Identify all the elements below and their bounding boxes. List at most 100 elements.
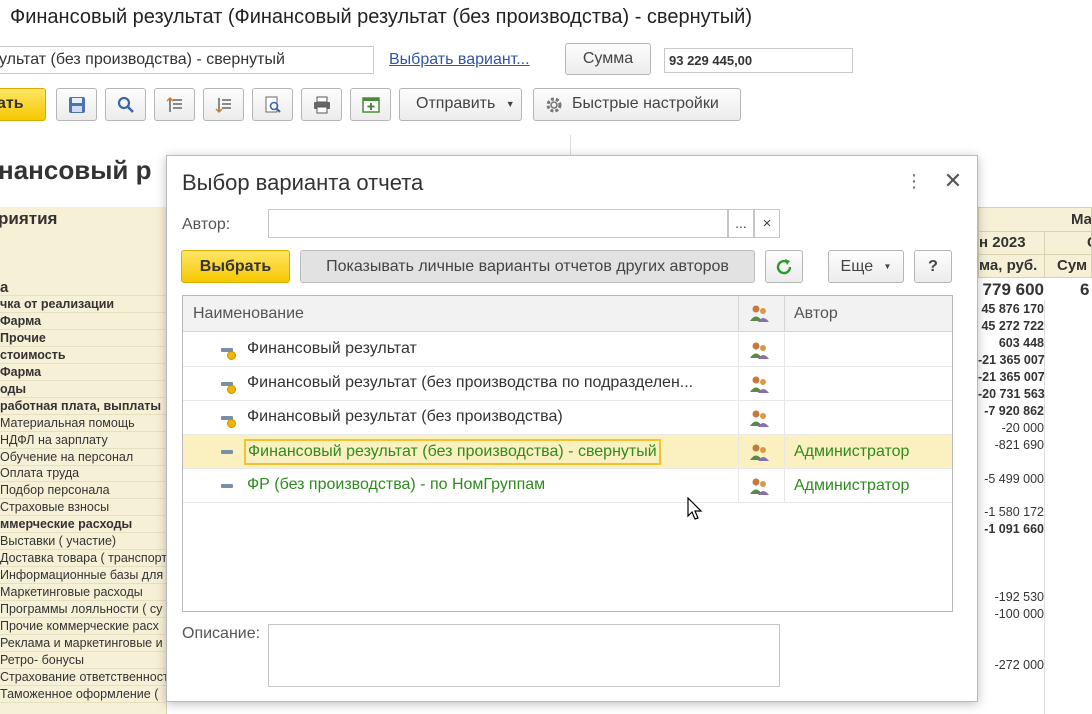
report-cell-value[interactable]: -21 365 007 [978,369,1045,386]
report-cell-value[interactable] [978,555,1044,572]
report-row-label[interactable]: Доставка товара ( транспорт [0,550,167,568]
author-select-button[interactable]: ... [728,209,754,238]
list-item[interactable]: Финансовый результат [183,333,952,367]
variants-list[interactable]: Наименование Автор Финансовый результат Ф… [182,295,953,612]
report-row-label[interactable]: Фарма [0,313,167,330]
report-row-label[interactable]: Подбор персонала [0,482,167,500]
report-cell-value[interactable] [978,640,1044,657]
report-header-month: н 2023 [978,231,1045,255]
report-cell-value[interactable]: -1 091 660 [978,521,1044,538]
help-button[interactable]: ? [914,250,952,283]
report-row-label[interactable]: Прочие коммерческие расх [0,618,167,635]
report-cell-value[interactable]: 603 448 [978,335,1044,352]
report-cell-value[interactable] [978,538,1044,555]
new-window-button[interactable] [350,88,391,121]
report-row-label[interactable]: оды [0,381,167,398]
collapse-groups-button[interactable] [203,88,244,121]
description-field[interactable] [268,624,780,687]
report-cell-value[interactable]: -21 365 007 [978,352,1045,369]
variant-name: Финансовый результат (без производства) [247,408,563,425]
report-cell-value[interactable]: 45 272 722 [978,318,1044,335]
select-button[interactable]: Выбрать [181,250,290,283]
column-header-name[interactable]: Наименование [193,305,304,323]
report-row-label[interactable]: Оплата труда [0,465,167,483]
list-item[interactable]: Финансовый результат (без производства) [183,401,952,435]
column-header-author[interactable]: Автор [794,305,838,323]
report-row-label[interactable]: Обучение на персонал [0,449,167,466]
report-cell-value[interactable]: 45 876 170 [978,301,1044,318]
generate-button[interactable]: ать [0,88,46,121]
list-item[interactable]: Финансовый результат (без производства) … [183,435,952,469]
report-cell-value[interactable]: -100 000 [978,606,1044,623]
report-title: нансовый р [0,155,152,185]
more-dropdown-button[interactable]: Еще ▼ [828,250,904,283]
report-cell-value[interactable] [978,572,1044,589]
report-cell-value[interactable]: -5 499 000 [978,471,1044,488]
report-cell-value[interactable]: -1 580 172 [978,504,1044,521]
report-total-value-2: 6 [1080,280,1090,299]
predefined-variant-icon [221,348,236,360]
find-button[interactable] [105,88,146,121]
choose-variant-link[interactable]: Выбрать вариант... [389,51,530,69]
report-row-label[interactable]: Ретро- бонусы [0,652,167,669]
report-row-label[interactable]: НДФЛ на зарплату [0,432,167,449]
report-row-label[interactable]: Таможенное оформление ( [0,686,167,703]
report-row-label[interactable]: Информационные базы для [0,567,167,585]
report-row-label[interactable]: Маркетинговые расходы [0,584,167,602]
report-header-period: Ма [978,207,1092,232]
search-icon [117,96,134,113]
print-button[interactable] [301,88,342,121]
column-divider [738,367,739,401]
report-cell-value[interactable] [978,623,1044,640]
report-header-sum: ма, руб. [978,254,1045,278]
author-input[interactable] [268,209,728,238]
users-icon [748,408,770,433]
report-cell-value[interactable] [978,454,1044,471]
report-total-value: 779 600 [982,280,1044,299]
report-row-label[interactable]: Материальная помощь [0,415,167,432]
predefined-variant-icon [221,382,236,394]
report-variant-field[interactable]: ультат (без производства) - свернутый [0,46,374,74]
variant-author: Администратор [794,443,910,460]
report-cell-value[interactable]: -20 000 [978,420,1044,437]
report-row-label[interactable]: Прочие [0,330,167,347]
refresh-button[interactable] [765,250,803,283]
report-row-label[interactable]: чка от реализации [0,296,167,313]
report-row-label[interactable]: Реклама и маркетинговые и [0,635,167,652]
report-row-label[interactable]: Фарма [0,364,167,381]
variant-name: Финансовый результат (без производства п… [247,374,694,391]
sum-button[interactable]: Сумма [565,43,651,75]
report-cell-value[interactable] [978,487,1044,504]
expand-groups-button[interactable] [154,88,195,121]
list-item[interactable]: Финансовый результат (без производства п… [183,367,952,401]
predefined-variant-icon [221,416,236,428]
column-divider [738,401,739,435]
column-divider [784,469,785,503]
close-icon[interactable]: ✕ [942,170,964,192]
report-cell-value[interactable]: -272 000 [978,657,1044,674]
report-row-label[interactable]: Страховые взносы [0,499,167,517]
quick-settings-button[interactable]: Быстрые настройки [533,88,741,121]
report-row-label[interactable]: Программы лояльности ( су [0,601,167,619]
more-vertical-icon[interactable]: ⋮ [905,172,923,192]
show-personal-variants-toggle[interactable]: Показывать личные варианты отчетов други… [300,250,755,283]
report-row-label[interactable]: стоимость [0,347,167,364]
report-row-label[interactable]: работная плата, выплаты [0,398,167,415]
report-cell-value[interactable]: -7 920 862 [978,403,1044,420]
author-label: Автор: [182,216,231,233]
report-row-label[interactable]: Выставки ( участие) [0,533,167,551]
save-button[interactable] [56,88,97,121]
send-dropdown-button[interactable]: Отправить ▼ [399,88,522,121]
author-clear-button[interactable]: × [754,209,780,238]
report-row-label[interactable]: Страхование ответственност [0,669,167,686]
list-item[interactable]: ФР (без производства) - по НомГруппам Адм… [183,469,952,503]
report-row-label[interactable]: ммерческие расходы [0,516,167,534]
report-cell-value[interactable]: -20 731 563 [978,386,1045,403]
report-cell-value[interactable]: -821 690 [978,437,1044,454]
report-row-label[interactable]: а [0,279,167,296]
users-icon [748,374,770,399]
preview-button[interactable] [252,88,293,121]
sum-value-field[interactable]: 93 229 445,00 [664,48,853,73]
report-cell-value[interactable]: -192 530 [978,589,1044,606]
users-icon[interactable] [748,303,770,328]
